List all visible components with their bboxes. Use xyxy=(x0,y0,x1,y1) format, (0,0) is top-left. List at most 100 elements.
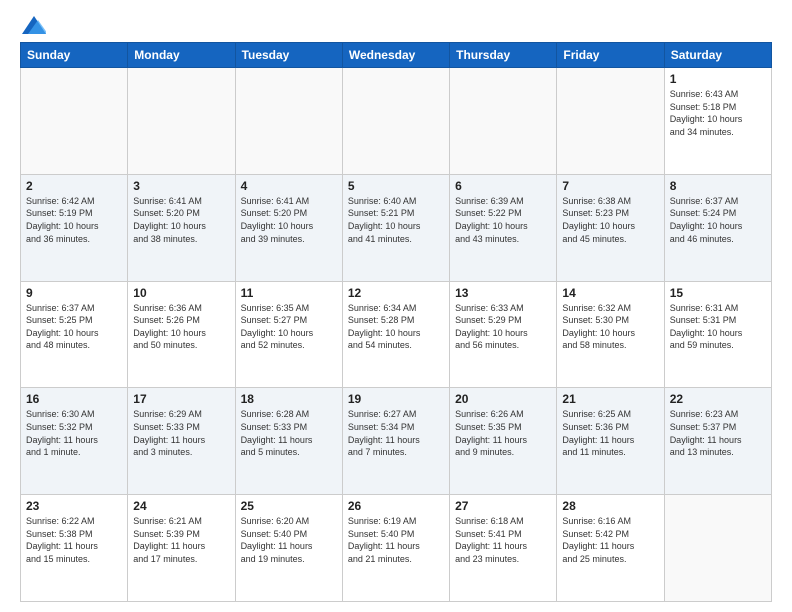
weekday-header-saturday: Saturday xyxy=(664,43,771,68)
day-info: Sunrise: 6:18 AM Sunset: 5:41 PM Dayligh… xyxy=(455,515,551,565)
calendar-cell xyxy=(235,68,342,175)
day-number: 28 xyxy=(562,499,658,513)
day-number: 24 xyxy=(133,499,229,513)
day-info: Sunrise: 6:30 AM Sunset: 5:32 PM Dayligh… xyxy=(26,408,122,458)
day-info: Sunrise: 6:28 AM Sunset: 5:33 PM Dayligh… xyxy=(241,408,337,458)
day-number: 4 xyxy=(241,179,337,193)
calendar-cell: 14 Sunrise: 6:32 AM Sunset: 5:30 PM Dayli… xyxy=(557,281,664,388)
calendar-cell: 23 Sunrise: 6:22 AM Sunset: 5:38 PM Dayli… xyxy=(21,495,128,602)
calendar-cell: 15 Sunrise: 6:31 AM Sunset: 5:31 PM Dayli… xyxy=(664,281,771,388)
day-info: Sunrise: 6:36 AM Sunset: 5:26 PM Dayligh… xyxy=(133,302,229,352)
day-info: Sunrise: 6:16 AM Sunset: 5:42 PM Dayligh… xyxy=(562,515,658,565)
day-number: 12 xyxy=(348,286,444,300)
day-info: Sunrise: 6:40 AM Sunset: 5:21 PM Dayligh… xyxy=(348,195,444,245)
calendar-cell xyxy=(342,68,449,175)
day-number: 1 xyxy=(670,72,766,86)
calendar-cell: 3 Sunrise: 6:41 AM Sunset: 5:20 PM Daylig… xyxy=(128,174,235,281)
day-number: 17 xyxy=(133,392,229,406)
calendar-cell: 25 Sunrise: 6:20 AM Sunset: 5:40 PM Dayli… xyxy=(235,495,342,602)
calendar-cell: 18 Sunrise: 6:28 AM Sunset: 5:33 PM Dayli… xyxy=(235,388,342,495)
header xyxy=(20,18,772,34)
calendar-cell xyxy=(128,68,235,175)
day-number: 8 xyxy=(670,179,766,193)
day-info: Sunrise: 6:22 AM Sunset: 5:38 PM Dayligh… xyxy=(26,515,122,565)
weekday-header-row: SundayMondayTuesdayWednesdayThursdayFrid… xyxy=(21,43,772,68)
calendar-cell: 22 Sunrise: 6:23 AM Sunset: 5:37 PM Dayli… xyxy=(664,388,771,495)
day-number: 9 xyxy=(26,286,122,300)
day-info: Sunrise: 6:37 AM Sunset: 5:25 PM Dayligh… xyxy=(26,302,122,352)
day-number: 11 xyxy=(241,286,337,300)
day-number: 19 xyxy=(348,392,444,406)
day-info: Sunrise: 6:35 AM Sunset: 5:27 PM Dayligh… xyxy=(241,302,337,352)
day-number: 16 xyxy=(26,392,122,406)
day-number: 15 xyxy=(670,286,766,300)
day-number: 23 xyxy=(26,499,122,513)
day-number: 10 xyxy=(133,286,229,300)
day-number: 6 xyxy=(455,179,551,193)
day-info: Sunrise: 6:33 AM Sunset: 5:29 PM Dayligh… xyxy=(455,302,551,352)
day-number: 2 xyxy=(26,179,122,193)
calendar-cell: 7 Sunrise: 6:38 AM Sunset: 5:23 PM Daylig… xyxy=(557,174,664,281)
day-info: Sunrise: 6:41 AM Sunset: 5:20 PM Dayligh… xyxy=(133,195,229,245)
calendar-cell: 28 Sunrise: 6:16 AM Sunset: 5:42 PM Dayli… xyxy=(557,495,664,602)
day-info: Sunrise: 6:34 AM Sunset: 5:28 PM Dayligh… xyxy=(348,302,444,352)
calendar-cell: 5 Sunrise: 6:40 AM Sunset: 5:21 PM Daylig… xyxy=(342,174,449,281)
calendar-cell: 27 Sunrise: 6:18 AM Sunset: 5:41 PM Dayli… xyxy=(450,495,557,602)
day-number: 5 xyxy=(348,179,444,193)
logo-icon xyxy=(22,16,46,34)
calendar-cell: 13 Sunrise: 6:33 AM Sunset: 5:29 PM Dayli… xyxy=(450,281,557,388)
day-info: Sunrise: 6:23 AM Sunset: 5:37 PM Dayligh… xyxy=(670,408,766,458)
day-info: Sunrise: 6:26 AM Sunset: 5:35 PM Dayligh… xyxy=(455,408,551,458)
day-info: Sunrise: 6:29 AM Sunset: 5:33 PM Dayligh… xyxy=(133,408,229,458)
calendar-cell xyxy=(450,68,557,175)
weekday-header-sunday: Sunday xyxy=(21,43,128,68)
day-number: 18 xyxy=(241,392,337,406)
calendar-week-2: 9 Sunrise: 6:37 AM Sunset: 5:25 PM Daylig… xyxy=(21,281,772,388)
day-number: 7 xyxy=(562,179,658,193)
calendar-cell: 26 Sunrise: 6:19 AM Sunset: 5:40 PM Dayli… xyxy=(342,495,449,602)
day-info: Sunrise: 6:25 AM Sunset: 5:36 PM Dayligh… xyxy=(562,408,658,458)
day-info: Sunrise: 6:32 AM Sunset: 5:30 PM Dayligh… xyxy=(562,302,658,352)
day-info: Sunrise: 6:38 AM Sunset: 5:23 PM Dayligh… xyxy=(562,195,658,245)
calendar-week-3: 16 Sunrise: 6:30 AM Sunset: 5:32 PM Dayli… xyxy=(21,388,772,495)
day-number: 13 xyxy=(455,286,551,300)
calendar-cell: 10 Sunrise: 6:36 AM Sunset: 5:26 PM Dayli… xyxy=(128,281,235,388)
calendar-cell: 4 Sunrise: 6:41 AM Sunset: 5:20 PM Daylig… xyxy=(235,174,342,281)
day-number: 20 xyxy=(455,392,551,406)
weekday-header-monday: Monday xyxy=(128,43,235,68)
day-info: Sunrise: 6:27 AM Sunset: 5:34 PM Dayligh… xyxy=(348,408,444,458)
day-number: 25 xyxy=(241,499,337,513)
logo xyxy=(20,18,46,34)
day-info: Sunrise: 6:43 AM Sunset: 5:18 PM Dayligh… xyxy=(670,88,766,138)
day-info: Sunrise: 6:19 AM Sunset: 5:40 PM Dayligh… xyxy=(348,515,444,565)
calendar-cell: 1 Sunrise: 6:43 AM Sunset: 5:18 PM Daylig… xyxy=(664,68,771,175)
calendar-cell xyxy=(21,68,128,175)
day-info: Sunrise: 6:20 AM Sunset: 5:40 PM Dayligh… xyxy=(241,515,337,565)
calendar-week-0: 1 Sunrise: 6:43 AM Sunset: 5:18 PM Daylig… xyxy=(21,68,772,175)
calendar-cell: 21 Sunrise: 6:25 AM Sunset: 5:36 PM Dayli… xyxy=(557,388,664,495)
calendar-week-1: 2 Sunrise: 6:42 AM Sunset: 5:19 PM Daylig… xyxy=(21,174,772,281)
day-info: Sunrise: 6:41 AM Sunset: 5:20 PM Dayligh… xyxy=(241,195,337,245)
calendar-cell: 12 Sunrise: 6:34 AM Sunset: 5:28 PM Dayli… xyxy=(342,281,449,388)
weekday-header-tuesday: Tuesday xyxy=(235,43,342,68)
day-info: Sunrise: 6:21 AM Sunset: 5:39 PM Dayligh… xyxy=(133,515,229,565)
calendar-cell xyxy=(664,495,771,602)
day-info: Sunrise: 6:37 AM Sunset: 5:24 PM Dayligh… xyxy=(670,195,766,245)
day-info: Sunrise: 6:31 AM Sunset: 5:31 PM Dayligh… xyxy=(670,302,766,352)
day-info: Sunrise: 6:42 AM Sunset: 5:19 PM Dayligh… xyxy=(26,195,122,245)
day-number: 27 xyxy=(455,499,551,513)
day-number: 22 xyxy=(670,392,766,406)
calendar-cell: 19 Sunrise: 6:27 AM Sunset: 5:34 PM Dayli… xyxy=(342,388,449,495)
calendar-cell: 2 Sunrise: 6:42 AM Sunset: 5:19 PM Daylig… xyxy=(21,174,128,281)
calendar-table: SundayMondayTuesdayWednesdayThursdayFrid… xyxy=(20,42,772,602)
calendar-cell: 9 Sunrise: 6:37 AM Sunset: 5:25 PM Daylig… xyxy=(21,281,128,388)
day-info: Sunrise: 6:39 AM Sunset: 5:22 PM Dayligh… xyxy=(455,195,551,245)
calendar-cell: 6 Sunrise: 6:39 AM Sunset: 5:22 PM Daylig… xyxy=(450,174,557,281)
calendar-cell: 20 Sunrise: 6:26 AM Sunset: 5:35 PM Dayli… xyxy=(450,388,557,495)
calendar-cell: 17 Sunrise: 6:29 AM Sunset: 5:33 PM Dayli… xyxy=(128,388,235,495)
day-number: 14 xyxy=(562,286,658,300)
day-number: 21 xyxy=(562,392,658,406)
day-number: 26 xyxy=(348,499,444,513)
day-number: 3 xyxy=(133,179,229,193)
calendar-cell: 11 Sunrise: 6:35 AM Sunset: 5:27 PM Dayli… xyxy=(235,281,342,388)
